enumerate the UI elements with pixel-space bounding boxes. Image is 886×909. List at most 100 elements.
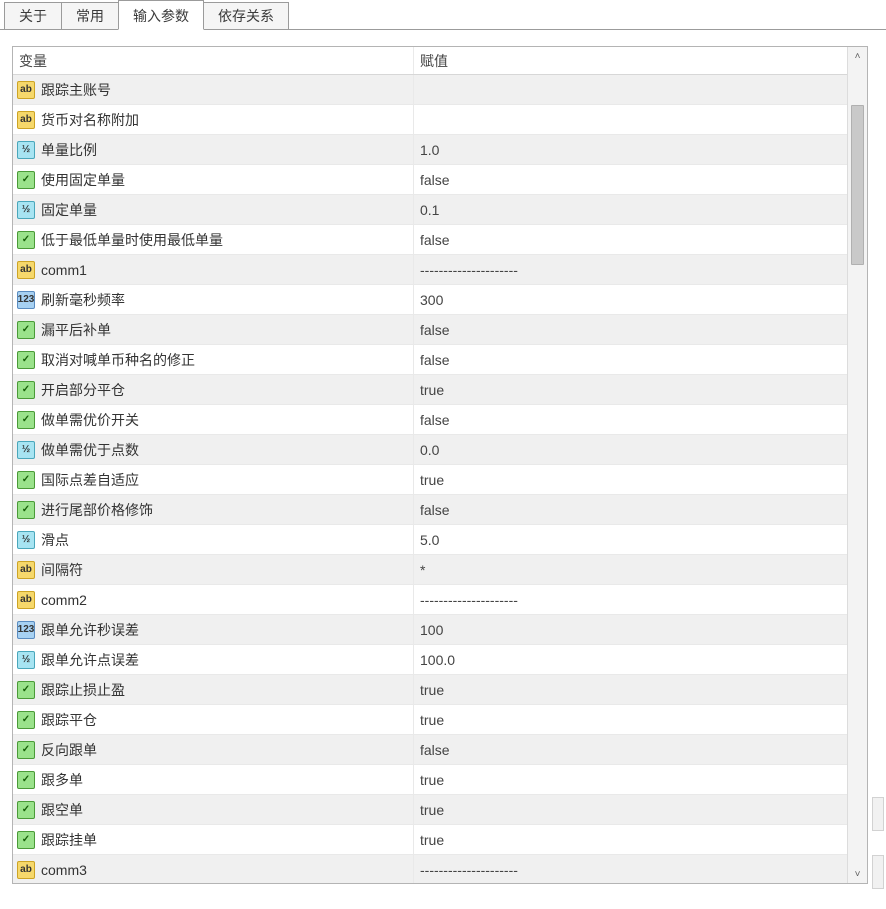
table-row[interactable]: ½固定单量0.1	[13, 195, 847, 225]
value-cell[interactable]: true	[413, 765, 847, 794]
table-row[interactable]: ✓取消对喊单币种名的修正false	[13, 345, 847, 375]
table-row[interactable]: ½单量比例1.0	[13, 135, 847, 165]
table-row[interactable]: ✓跟空单true	[13, 795, 847, 825]
type-ab-icon: ab	[17, 561, 35, 579]
table-row[interactable]: ½做单需优于点数0.0	[13, 435, 847, 465]
table-row[interactable]: ✓低于最低单量时使用最低单量false	[13, 225, 847, 255]
variable-name: 刷新毫秒频率	[41, 290, 125, 310]
value-cell[interactable]: 100	[413, 615, 847, 644]
value-cell[interactable]: true	[413, 375, 847, 404]
variable-name: 取消对喊单币种名的修正	[41, 350, 195, 370]
variable-cell: ½做单需优于点数	[13, 435, 413, 464]
variable-name: comm2	[41, 592, 87, 608]
table-row[interactable]: ✓跟踪平仓true	[13, 705, 847, 735]
type-bool-icon: ✓	[17, 171, 35, 189]
table-row[interactable]: ½ 跟单允许点误差 100.0	[13, 645, 847, 675]
scroll-up-arrow-icon[interactable]: ˄	[848, 47, 867, 65]
side-button-group	[872, 797, 884, 889]
variable-cell: ✓进行尾部价格修饰	[13, 495, 413, 524]
header-value[interactable]: 赋值	[413, 47, 847, 74]
value-cell[interactable]: false	[413, 405, 847, 434]
header-variable[interactable]: 变量	[13, 51, 413, 71]
value-cell[interactable]: false	[413, 735, 847, 764]
side-button[interactable]	[872, 797, 884, 831]
value-cell[interactable]: 300	[413, 285, 847, 314]
table-row[interactable]: ab comm3 ---------------------	[13, 855, 847, 883]
variable-cell: abcomm1	[13, 255, 413, 284]
table-row[interactable]: ab跟踪主账号	[13, 75, 847, 105]
table-row[interactable]: ✓做单需优价开关false	[13, 405, 847, 435]
variable-cell: ✓国际点差自适应	[13, 465, 413, 494]
value-cell[interactable]: ---------------------	[413, 585, 847, 614]
variable-cell: ✓跟踪挂单	[13, 825, 413, 854]
value-cell[interactable]: true	[413, 825, 847, 854]
value-cell[interactable]: 1.0	[413, 135, 847, 164]
variable-name: 跟单允许秒误差	[41, 620, 139, 640]
scroll-down-arrow-icon[interactable]: ˅	[848, 865, 867, 883]
scroll-track[interactable]	[848, 65, 867, 865]
table-row[interactable]: ✓跟踪挂单true	[13, 825, 847, 855]
type-v2-icon: ½	[17, 651, 35, 669]
type-bool-icon: ✓	[17, 231, 35, 249]
value-cell[interactable]: ---------------------	[413, 855, 847, 883]
value-cell[interactable]	[413, 105, 847, 134]
value-cell[interactable]: 0.0	[413, 435, 847, 464]
variable-name: 单量比例	[41, 140, 97, 160]
type-123-icon: 123	[17, 291, 35, 309]
variable-name: 跟踪主账号	[41, 80, 111, 100]
type-ab-icon: ab	[17, 861, 35, 879]
tab-label: 依存关系	[218, 8, 274, 24]
table-row[interactable]: ✓跟多单true	[13, 765, 847, 795]
value-cell[interactable]: *	[413, 555, 847, 584]
table-row[interactable]: ✓漏平后补单false	[13, 315, 847, 345]
table-row[interactable]: ✓使用固定单量false	[13, 165, 847, 195]
tab-inputs[interactable]: 输入参数	[118, 0, 204, 30]
side-button[interactable]	[872, 855, 884, 889]
variable-name: 做单需优价开关	[41, 410, 139, 430]
variable-cell: ✓使用固定单量	[13, 165, 413, 194]
table-row[interactable]: 123 跟单允许秒误差 100	[13, 615, 847, 645]
value-cell[interactable]: false	[413, 315, 847, 344]
value-cell[interactable]	[413, 75, 847, 104]
tab-about[interactable]: 关于	[4, 2, 62, 30]
value-cell[interactable]: false	[413, 495, 847, 524]
table-row[interactable]: ✓反向跟单false	[13, 735, 847, 765]
variable-cell: abcomm2	[13, 585, 413, 614]
variable-name: comm3	[41, 862, 87, 878]
value-cell[interactable]: 5.0	[413, 525, 847, 554]
table-row[interactable]: ✓国际点差自适应true	[13, 465, 847, 495]
value-cell[interactable]: false	[413, 225, 847, 254]
type-bool-icon: ✓	[17, 711, 35, 729]
vertical-scrollbar[interactable]: ˄ ˅	[847, 47, 867, 883]
value-cell[interactable]: 0.1	[413, 195, 847, 224]
variable-cell: ✓反向跟单	[13, 735, 413, 764]
table-row[interactable]: ✓开启部分平仓true	[13, 375, 847, 405]
value-cell[interactable]: true	[413, 675, 847, 704]
tab-deps[interactable]: 依存关系	[203, 2, 289, 30]
variable-name: 间隔符	[41, 560, 83, 580]
table-row[interactable]: ab 间隔符 *	[13, 555, 847, 585]
table-row[interactable]: ✓进行尾部价格修饰false	[13, 495, 847, 525]
table-row[interactable]: ✓跟踪止损止盈true	[13, 675, 847, 705]
variable-cell: 123 刷新毫秒频率	[13, 285, 413, 314]
value-cell[interactable]: false	[413, 345, 847, 374]
tab-common[interactable]: 常用	[61, 2, 119, 30]
value-cell[interactable]: false	[413, 165, 847, 194]
variable-name: 跟空单	[41, 800, 83, 820]
variable-name: 跟单允许点误差	[41, 650, 139, 670]
table-row[interactable]: 123 刷新毫秒频率 300	[13, 285, 847, 315]
value-cell[interactable]: ---------------------	[413, 255, 847, 284]
table-row[interactable]: ½滑点5.0	[13, 525, 847, 555]
value-cell[interactable]: true	[413, 795, 847, 824]
table-row[interactable]: ab货币对名称附加	[13, 105, 847, 135]
table-row[interactable]: abcomm1---------------------	[13, 255, 847, 285]
table-row[interactable]: abcomm2---------------------	[13, 585, 847, 615]
type-123-icon: 123	[17, 621, 35, 639]
value-cell[interactable]: true	[413, 705, 847, 734]
scroll-thumb[interactable]	[851, 105, 864, 265]
variable-name: 滑点	[41, 530, 69, 550]
value-cell[interactable]: true	[413, 465, 847, 494]
value-cell[interactable]: 100.0	[413, 645, 847, 674]
type-bool-icon: ✓	[17, 741, 35, 759]
tab-strip: 关于 常用 输入参数 依存关系	[4, 2, 886, 30]
